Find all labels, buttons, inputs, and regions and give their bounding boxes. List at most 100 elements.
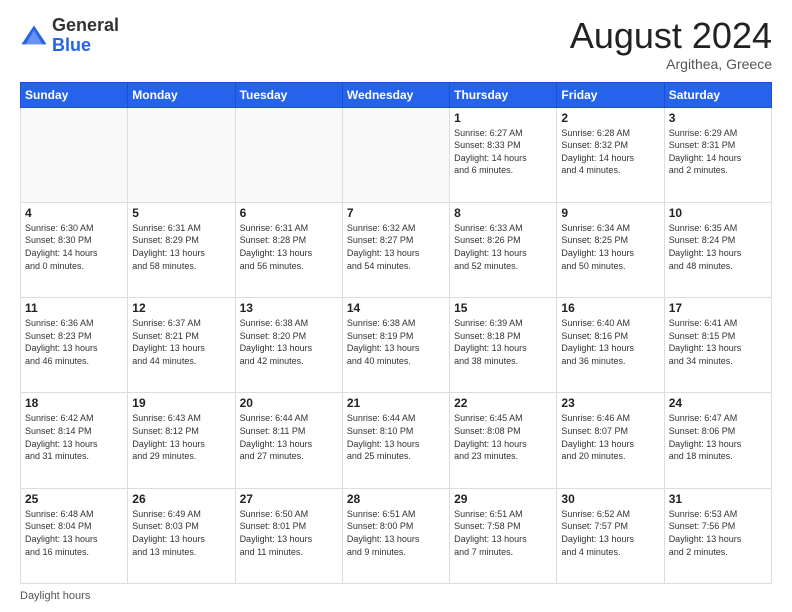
day-number: 12 [132, 301, 230, 315]
calendar-cell: 8 Sunrise: 6:33 AM Sunset: 8:26 PM Daylig… [450, 202, 557, 297]
day-number: 23 [561, 396, 659, 410]
day-number: 15 [454, 301, 552, 315]
logo-general: General [52, 15, 119, 35]
day-number: 9 [561, 206, 659, 220]
day-detail: Sunrise: 6:33 AM Sunset: 8:26 PM Dayligh… [454, 222, 552, 272]
calendar-cell: 27 Sunrise: 6:50 AM Sunset: 8:01 PM Dayli… [235, 488, 342, 583]
day-number: 26 [132, 492, 230, 506]
calendar-cell: 15 Sunrise: 6:39 AM Sunset: 8:18 PM Dayli… [450, 298, 557, 393]
calendar-header-sunday: Sunday [21, 82, 128, 107]
calendar-header-tuesday: Tuesday [235, 82, 342, 107]
day-detail: Sunrise: 6:35 AM Sunset: 8:24 PM Dayligh… [669, 222, 767, 272]
calendar-cell: 18 Sunrise: 6:42 AM Sunset: 8:14 PM Dayli… [21, 393, 128, 488]
day-detail: Sunrise: 6:52 AM Sunset: 7:57 PM Dayligh… [561, 508, 659, 558]
calendar-cell: 5 Sunrise: 6:31 AM Sunset: 8:29 PM Daylig… [128, 202, 235, 297]
title-block: August 2024 Argithea, Greece [570, 16, 772, 72]
page: General Blue August 2024 Argithea, Greec… [0, 0, 792, 612]
day-detail: Sunrise: 6:38 AM Sunset: 8:20 PM Dayligh… [240, 317, 338, 367]
calendar-cell: 2Sunrise: 6:28 AM Sunset: 8:32 PM Daylig… [557, 107, 664, 202]
footer: Daylight hours [20, 590, 772, 602]
day-detail: Sunrise: 6:32 AM Sunset: 8:27 PM Dayligh… [347, 222, 445, 272]
day-detail: Sunrise: 6:44 AM Sunset: 8:10 PM Dayligh… [347, 412, 445, 462]
calendar-cell: 26 Sunrise: 6:49 AM Sunset: 8:03 PM Dayli… [128, 488, 235, 583]
logo: General Blue [20, 16, 119, 56]
header: General Blue August 2024 Argithea, Greec… [20, 16, 772, 72]
day-detail: Sunrise: 6:37 AM Sunset: 8:21 PM Dayligh… [132, 317, 230, 367]
calendar-cell: 29Sunrise: 6:51 AM Sunset: 7:58 PM Dayli… [450, 488, 557, 583]
day-detail: Sunrise: 6:41 AM Sunset: 8:15 PM Dayligh… [669, 317, 767, 367]
calendar-table: SundayMondayTuesdayWednesdayThursdayFrid… [20, 82, 772, 584]
location-subtitle: Argithea, Greece [570, 56, 772, 72]
day-detail: Sunrise: 6:31 AM Sunset: 8:28 PM Dayligh… [240, 222, 338, 272]
calendar-week-row: 4Sunrise: 6:30 AM Sunset: 8:30 PM Daylig… [21, 202, 772, 297]
calendar-cell: 23 Sunrise: 6:46 AM Sunset: 8:07 PM Dayli… [557, 393, 664, 488]
day-detail: Sunrise: 6:44 AM Sunset: 8:11 PM Dayligh… [240, 412, 338, 462]
calendar-cell: 30Sunrise: 6:52 AM Sunset: 7:57 PM Dayli… [557, 488, 664, 583]
calendar-cell: 14 Sunrise: 6:38 AM Sunset: 8:19 PM Dayli… [342, 298, 449, 393]
day-detail: Sunrise: 6:46 AM Sunset: 8:07 PM Dayligh… [561, 412, 659, 462]
day-number: 19 [132, 396, 230, 410]
day-detail: Sunrise: 6:30 AM Sunset: 8:30 PM Dayligh… [25, 222, 123, 272]
day-detail: Sunrise: 6:39 AM Sunset: 8:18 PM Dayligh… [454, 317, 552, 367]
day-number: 31 [669, 492, 767, 506]
logo-blue: Blue [52, 35, 91, 55]
day-detail: Sunrise: 6:51 AM Sunset: 8:00 PM Dayligh… [347, 508, 445, 558]
calendar-week-row: 18 Sunrise: 6:42 AM Sunset: 8:14 PM Dayli… [21, 393, 772, 488]
calendar-cell: 20Sunrise: 6:44 AM Sunset: 8:11 PM Dayli… [235, 393, 342, 488]
day-detail: Sunrise: 6:53 AM Sunset: 7:56 PM Dayligh… [669, 508, 767, 558]
calendar-cell: 12 Sunrise: 6:37 AM Sunset: 8:21 PM Dayli… [128, 298, 235, 393]
calendar-cell: 19 Sunrise: 6:43 AM Sunset: 8:12 PM Dayli… [128, 393, 235, 488]
calendar-cell: 10 Sunrise: 6:35 AM Sunset: 8:24 PM Dayli… [664, 202, 771, 297]
calendar-header-saturday: Saturday [664, 82, 771, 107]
day-detail: Sunrise: 6:29 AM Sunset: 8:31 PM Dayligh… [669, 127, 767, 177]
day-number: 24 [669, 396, 767, 410]
day-detail: Sunrise: 6:49 AM Sunset: 8:03 PM Dayligh… [132, 508, 230, 558]
calendar-cell: 1 Sunrise: 6:27 AM Sunset: 8:33 PM Daylig… [450, 107, 557, 202]
day-detail: Sunrise: 6:48 AM Sunset: 8:04 PM Dayligh… [25, 508, 123, 558]
calendar-header-thursday: Thursday [450, 82, 557, 107]
day-number: 2 [561, 111, 659, 125]
day-number: 1 [454, 111, 552, 125]
calendar-week-row: 11Sunrise: 6:36 AM Sunset: 8:23 PM Dayli… [21, 298, 772, 393]
day-number: 3 [669, 111, 767, 125]
calendar-week-row: 1 Sunrise: 6:27 AM Sunset: 8:33 PM Daylig… [21, 107, 772, 202]
day-detail: Sunrise: 6:43 AM Sunset: 8:12 PM Dayligh… [132, 412, 230, 462]
calendar-cell: 24 Sunrise: 6:47 AM Sunset: 8:06 PM Dayli… [664, 393, 771, 488]
day-detail: Sunrise: 6:42 AM Sunset: 8:14 PM Dayligh… [25, 412, 123, 462]
day-number: 5 [132, 206, 230, 220]
calendar-week-row: 25 Sunrise: 6:48 AM Sunset: 8:04 PM Dayli… [21, 488, 772, 583]
calendar-cell [342, 107, 449, 202]
day-number: 27 [240, 492, 338, 506]
calendar-cell: 7 Sunrise: 6:32 AM Sunset: 8:27 PM Daylig… [342, 202, 449, 297]
calendar-cell: 4Sunrise: 6:30 AM Sunset: 8:30 PM Daylig… [21, 202, 128, 297]
calendar-header-wednesday: Wednesday [342, 82, 449, 107]
day-detail: Sunrise: 6:27 AM Sunset: 8:33 PM Dayligh… [454, 127, 552, 177]
day-number: 7 [347, 206, 445, 220]
calendar-cell [235, 107, 342, 202]
day-number: 18 [25, 396, 123, 410]
day-number: 8 [454, 206, 552, 220]
logo-text: General Blue [52, 16, 119, 56]
day-number: 11 [25, 301, 123, 315]
day-number: 10 [669, 206, 767, 220]
calendar-cell: 11Sunrise: 6:36 AM Sunset: 8:23 PM Dayli… [21, 298, 128, 393]
day-number: 25 [25, 492, 123, 506]
calendar-cell: 16Sunrise: 6:40 AM Sunset: 8:16 PM Dayli… [557, 298, 664, 393]
calendar-cell: 3 Sunrise: 6:29 AM Sunset: 8:31 PM Daylig… [664, 107, 771, 202]
calendar-cell: 28Sunrise: 6:51 AM Sunset: 8:00 PM Dayli… [342, 488, 449, 583]
day-detail: Sunrise: 6:45 AM Sunset: 8:08 PM Dayligh… [454, 412, 552, 462]
calendar-cell [21, 107, 128, 202]
day-detail: Sunrise: 6:50 AM Sunset: 8:01 PM Dayligh… [240, 508, 338, 558]
calendar-cell: 25 Sunrise: 6:48 AM Sunset: 8:04 PM Dayli… [21, 488, 128, 583]
day-detail: Sunrise: 6:47 AM Sunset: 8:06 PM Dayligh… [669, 412, 767, 462]
day-detail: Sunrise: 6:31 AM Sunset: 8:29 PM Dayligh… [132, 222, 230, 272]
calendar-cell: 13 Sunrise: 6:38 AM Sunset: 8:20 PM Dayli… [235, 298, 342, 393]
calendar-cell: 21 Sunrise: 6:44 AM Sunset: 8:10 PM Dayli… [342, 393, 449, 488]
day-detail: Sunrise: 6:38 AM Sunset: 8:19 PM Dayligh… [347, 317, 445, 367]
calendar-cell: 22Sunrise: 6:45 AM Sunset: 8:08 PM Dayli… [450, 393, 557, 488]
day-number: 14 [347, 301, 445, 315]
day-number: 21 [347, 396, 445, 410]
calendar-cell: 6Sunrise: 6:31 AM Sunset: 8:28 PM Daylig… [235, 202, 342, 297]
day-number: 13 [240, 301, 338, 315]
month-title: August 2024 [570, 16, 772, 56]
